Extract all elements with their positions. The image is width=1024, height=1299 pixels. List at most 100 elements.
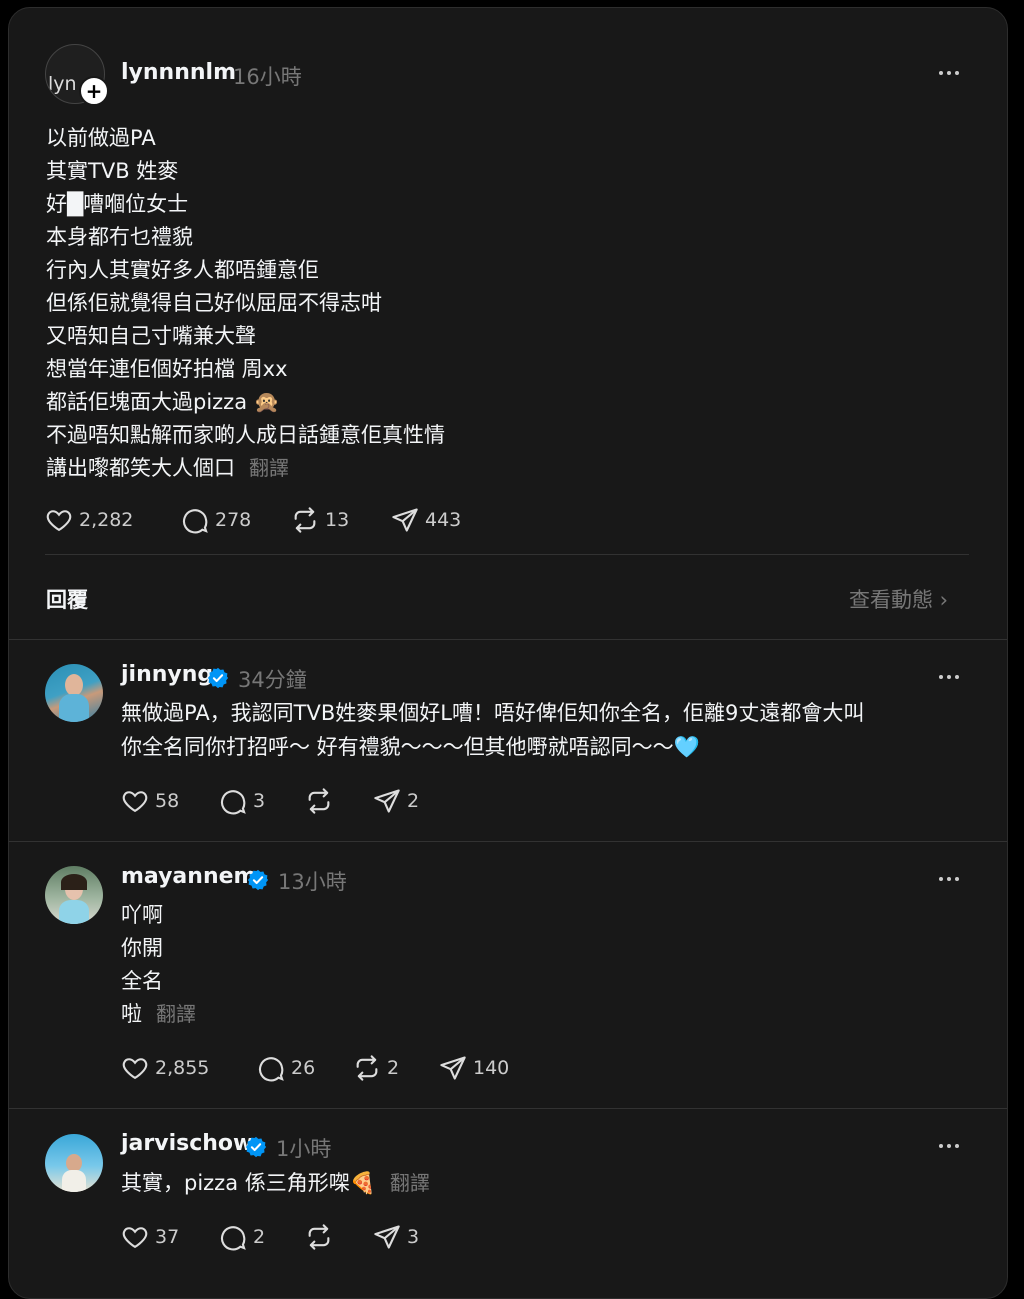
- body-line-text: 講出嚟都笑大人個口: [46, 456, 235, 480]
- verified-badge-icon: [245, 1136, 267, 1158]
- share-count: 140: [473, 1057, 510, 1079]
- repost-icon: [308, 788, 330, 814]
- body-line: 本身都冇乜禮貌: [46, 223, 193, 251]
- translate-link[interactable]: 翻譯: [390, 1171, 430, 1195]
- author-username[interactable]: lynnnnlm: [121, 60, 236, 85]
- body-line: 講出嚟都笑大人個口 翻譯: [46, 454, 289, 482]
- follow-plus-icon[interactable]: +: [79, 76, 109, 106]
- repost-button[interactable]: [305, 1221, 333, 1253]
- body-line-text: 不過唔知點解而家啲人成日話鍾意佢真性情: [46, 423, 445, 447]
- body-line-text: 行內人其實好多人都唔鍾意佢: [46, 258, 319, 282]
- share-button[interactable]: 140: [439, 1052, 509, 1084]
- view-activity-link[interactable]: 查看動態 ›: [849, 584, 948, 614]
- body-line: 其實，pizza 係三角形㗎🍕 翻譯: [121, 1169, 430, 1197]
- body-line-text: 無做過PA，我認同TVB姓麥果個好L嘈！唔好俾佢知你全名，佢離9丈遠都會大叫: [121, 701, 865, 725]
- body-line-text: 好█嘈嗰位女士: [46, 192, 189, 216]
- body-line: 無做過PA，我認同TVB姓麥果個好L嘈！唔好俾佢知你全名，佢離9丈遠都會大叫: [121, 699, 864, 727]
- body-line: 吖啊: [121, 901, 163, 929]
- body-line: 你開: [121, 934, 163, 962]
- send-icon: [374, 789, 400, 813]
- reply-divider: [9, 841, 1007, 842]
- replies-heading: 回覆: [46, 588, 88, 612]
- avatar-alt-text: lyn: [48, 73, 77, 95]
- send-icon: [392, 508, 418, 532]
- section-divider: [45, 554, 969, 555]
- more-options-icon[interactable]: [939, 672, 965, 682]
- translate-link[interactable]: 翻譯: [249, 456, 289, 480]
- send-icon: [440, 1056, 466, 1080]
- comment-icon: [221, 1226, 246, 1251]
- body-line: 行內人其實好多人都唔鍾意佢: [46, 256, 319, 284]
- body-line: 又唔知自己寸嘴兼大聲: [46, 322, 256, 350]
- like-count: 2,855: [155, 1057, 210, 1079]
- comment-button[interactable]: 278: [181, 504, 251, 536]
- comment-count: 3: [253, 790, 266, 812]
- reply-username[interactable]: mayannem: [121, 864, 256, 889]
- verified-badge-icon: [247, 869, 269, 891]
- share-button[interactable]: 2: [373, 785, 419, 817]
- share-button[interactable]: 443: [391, 504, 461, 536]
- repost-icon: [356, 1055, 378, 1081]
- repost-count: 13: [325, 509, 350, 531]
- like-button[interactable]: 2,855: [121, 1052, 209, 1084]
- body-line: 都話佢塊面大過pizza 🙊: [46, 388, 280, 416]
- more-options-icon[interactable]: [939, 68, 965, 78]
- body-line: 你全名同你打招呼～ 好有禮貌～～～但其他嘢就唔認同～～🩵: [121, 733, 700, 761]
- repost-button[interactable]: [305, 785, 333, 817]
- body-line: 不過唔知點解而家啲人成日話鍾意佢真性情: [46, 421, 445, 449]
- repost-button[interactable]: 2: [353, 1052, 399, 1084]
- reply-time: 13小時: [278, 870, 347, 894]
- like-count: 58: [155, 790, 180, 812]
- like-button[interactable]: 2,282: [45, 504, 133, 536]
- body-line-text: 又唔知自己寸嘴兼大聲: [46, 324, 256, 348]
- post-time: 16小時: [233, 65, 302, 89]
- reply-username[interactable]: jinnyng: [121, 662, 213, 687]
- body-line: 啦翻譯: [121, 1000, 196, 1028]
- comment-button[interactable]: 26: [257, 1052, 315, 1084]
- body-line: 全名: [121, 967, 163, 995]
- reply-avatar[interactable]: [45, 866, 103, 924]
- more-options-icon[interactable]: [939, 874, 965, 884]
- heart-icon: [122, 791, 148, 813]
- body-line-text: 其實，pizza 係三角形㗎🍕: [121, 1171, 376, 1195]
- body-line: 以前做過PA: [46, 124, 156, 152]
- reply-time: 1小時: [276, 1137, 332, 1161]
- repost-count: 2: [387, 1057, 400, 1079]
- repost-button[interactable]: 13: [291, 504, 349, 536]
- reply-username[interactable]: jarvischow: [121, 1131, 253, 1156]
- comment-button[interactable]: 3: [219, 785, 265, 817]
- share-count: 2: [407, 790, 420, 812]
- body-line: 好█嘈嗰位女士: [46, 190, 188, 218]
- like-button[interactable]: 58: [121, 785, 179, 817]
- reply-avatar[interactable]: [45, 664, 103, 722]
- comment-count: 26: [291, 1057, 316, 1079]
- comment-icon: [183, 509, 208, 534]
- body-line-text: 啦: [121, 1002, 142, 1026]
- reply-divider: [9, 1108, 1007, 1109]
- comment-icon: [259, 1057, 284, 1082]
- body-line-text: 你全名同你打招呼～ 好有禮貌～～～但其他嘢就唔認同～～🩵: [121, 735, 700, 759]
- reply-avatar[interactable]: [45, 1134, 103, 1192]
- comment-button[interactable]: 2: [219, 1221, 265, 1253]
- send-icon: [374, 1225, 400, 1249]
- like-count: 37: [155, 1226, 180, 1248]
- repost-icon: [308, 1224, 330, 1250]
- like-button[interactable]: 37: [121, 1221, 179, 1253]
- share-button[interactable]: 3: [373, 1221, 419, 1253]
- repost-icon: [294, 507, 316, 533]
- heart-icon: [46, 510, 72, 532]
- body-line-text: 都話佢塊面大過pizza 🙊: [46, 390, 280, 414]
- body-line-text: 本身都冇乜禮貌: [46, 225, 193, 249]
- body-line: 其實TVB 姓麥: [46, 157, 178, 185]
- translate-link[interactable]: 翻譯: [156, 1002, 196, 1026]
- heart-icon: [122, 1227, 148, 1249]
- thread-panel: lyn + lynnnnlm 16小時 2,282 278 13 443 回覆 …: [8, 7, 1008, 1299]
- comment-icon: [221, 790, 246, 815]
- body-line: 想當年連佢個好拍檔 周xx: [46, 355, 288, 383]
- body-line-text: 其實TVB 姓麥: [46, 159, 179, 183]
- body-line-text: 全名: [121, 969, 163, 993]
- body-line-text: 以前做過PA: [46, 126, 156, 150]
- body-line-text: 你開: [121, 936, 163, 960]
- comment-count: 2: [253, 1226, 266, 1248]
- more-options-icon[interactable]: [939, 1141, 965, 1151]
